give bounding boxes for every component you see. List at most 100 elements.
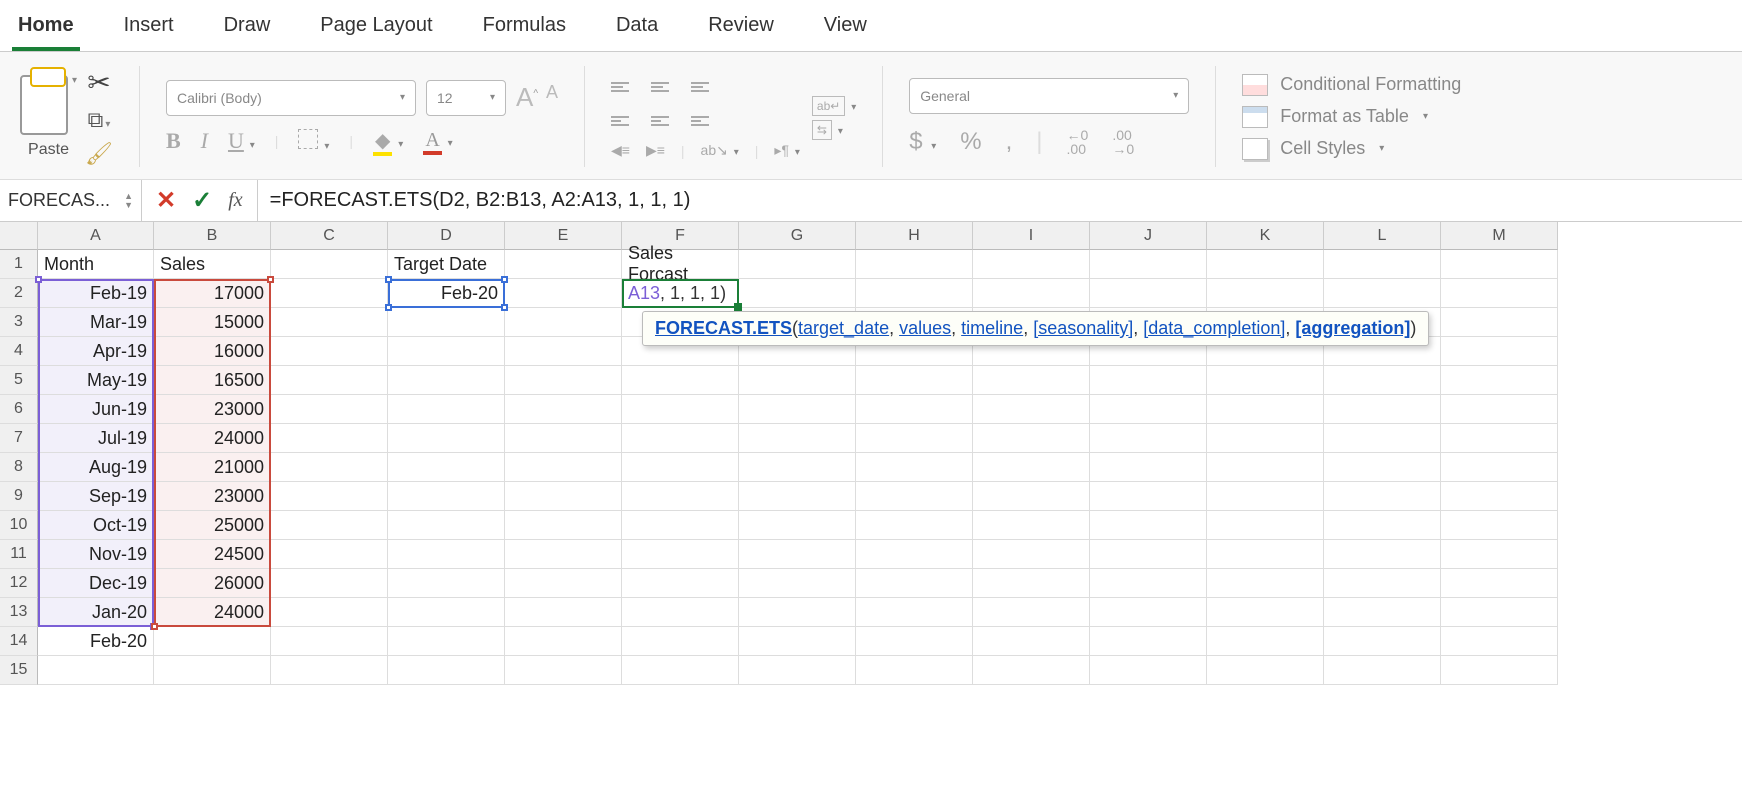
cell-B12[interactable]: 26000 (154, 569, 271, 598)
column-header-H[interactable]: H (856, 222, 973, 250)
cell-G2[interactable] (739, 279, 856, 308)
column-header-J[interactable]: J (1090, 222, 1207, 250)
align-bottom-button[interactable] (691, 74, 723, 100)
cell-E5[interactable] (505, 366, 622, 395)
cell-J9[interactable] (1090, 482, 1207, 511)
borders-dropdown-icon[interactable] (324, 141, 329, 152)
cell-H1[interactable] (856, 250, 973, 279)
cell-styles-button[interactable]: Cell Styles (1242, 138, 1461, 160)
cell-D15[interactable] (388, 656, 505, 685)
cell-I10[interactable] (973, 511, 1090, 540)
row-header-5[interactable]: 5 (0, 366, 38, 395)
tooltip-arg-data-completion[interactable]: [data_completion] (1143, 318, 1285, 338)
row-header-12[interactable]: 12 (0, 569, 38, 598)
column-header-K[interactable]: K (1207, 222, 1324, 250)
cell-C7[interactable] (271, 424, 388, 453)
formula-input[interactable]: =FORECAST.ETS(D2, B2:B13, A2:A13, 1, 1, … (258, 189, 1742, 212)
cell-J6[interactable] (1090, 395, 1207, 424)
column-header-A[interactable]: A (38, 222, 154, 250)
tooltip-arg-seasonality[interactable]: [seasonality] (1033, 318, 1133, 338)
percent-button[interactable]: % (960, 128, 981, 156)
cell-J15[interactable] (1090, 656, 1207, 685)
cell-D5[interactable] (388, 366, 505, 395)
cell-K6[interactable] (1207, 395, 1324, 424)
cell-B5[interactable]: 16500 (154, 366, 271, 395)
insert-function-button[interactable]: fx (228, 189, 242, 212)
cell-E10[interactable] (505, 511, 622, 540)
cell-B6[interactable]: 23000 (154, 395, 271, 424)
cell-J7[interactable] (1090, 424, 1207, 453)
italic-button[interactable]: I (201, 128, 208, 154)
cell-K8[interactable] (1207, 453, 1324, 482)
row-header-13[interactable]: 13 (0, 598, 38, 627)
cell-M14[interactable] (1441, 627, 1558, 656)
cell-G14[interactable] (739, 627, 856, 656)
copy-button[interactable]: ⧉ (88, 107, 111, 133)
decrease-font-button[interactable]: A (546, 82, 558, 113)
cell-F6[interactable] (622, 395, 739, 424)
cell-E7[interactable] (505, 424, 622, 453)
cell-F11[interactable] (622, 540, 739, 569)
cell-L12[interactable] (1324, 569, 1441, 598)
cell-C12[interactable] (271, 569, 388, 598)
cell-G6[interactable] (739, 395, 856, 424)
cell-B14[interactable] (154, 627, 271, 656)
tab-draw[interactable]: Draw (218, 4, 277, 51)
fill-color-button[interactable]: ◆ (373, 130, 392, 156)
cell-J8[interactable] (1090, 453, 1207, 482)
tooltip-arg-values[interactable]: values (899, 318, 951, 338)
cell-M3[interactable] (1441, 308, 1558, 337)
cell-G13[interactable] (739, 598, 856, 627)
cell-D12[interactable] (388, 569, 505, 598)
row-header-2[interactable]: 2 (0, 279, 38, 308)
cell-E12[interactable] (505, 569, 622, 598)
select-all-corner[interactable] (0, 222, 38, 250)
cell-K15[interactable] (1207, 656, 1324, 685)
cell-K11[interactable] (1207, 540, 1324, 569)
cell-C11[interactable] (271, 540, 388, 569)
cell-F14[interactable] (622, 627, 739, 656)
cell-G11[interactable] (739, 540, 856, 569)
cell-F8[interactable] (622, 453, 739, 482)
cell-K10[interactable] (1207, 511, 1324, 540)
cell-D13[interactable] (388, 598, 505, 627)
cell-J1[interactable] (1090, 250, 1207, 279)
cell-C15[interactable] (271, 656, 388, 685)
cell-F15[interactable] (622, 656, 739, 685)
cell-A10[interactable]: Oct-19 (38, 511, 154, 540)
font-size-combo[interactable]: 12 (426, 80, 506, 116)
row-header-14[interactable]: 14 (0, 627, 38, 656)
cell-J5[interactable] (1090, 366, 1207, 395)
column-header-C[interactable]: C (271, 222, 388, 250)
cell-D8[interactable] (388, 453, 505, 482)
row-header-3[interactable]: 3 (0, 308, 38, 337)
tab-insert[interactable]: Insert (118, 4, 180, 51)
tooltip-arg-aggregation[interactable]: [aggregation] (1295, 318, 1410, 338)
cell-H12[interactable] (856, 569, 973, 598)
cell-D3[interactable] (388, 308, 505, 337)
cell-M2[interactable] (1441, 279, 1558, 308)
cell-A9[interactable]: Sep-19 (38, 482, 154, 511)
cell-K1[interactable] (1207, 250, 1324, 279)
paste-button[interactable]: Paste (28, 141, 69, 159)
column-header-M[interactable]: M (1441, 222, 1558, 250)
tooltip-arg-timeline[interactable]: timeline (961, 318, 1023, 338)
cell-C4[interactable] (271, 337, 388, 366)
cell-D7[interactable] (388, 424, 505, 453)
increase-font-button[interactable]: A^ (516, 82, 538, 113)
cell-L9[interactable] (1324, 482, 1441, 511)
cell-E8[interactable] (505, 453, 622, 482)
cell-M13[interactable] (1441, 598, 1558, 627)
cell-E3[interactable] (505, 308, 622, 337)
underline-button[interactable]: U (228, 128, 244, 153)
cell-G7[interactable] (739, 424, 856, 453)
cell-I13[interactable] (973, 598, 1090, 627)
cell-L5[interactable] (1324, 366, 1441, 395)
increase-indent-button[interactable]: ▶≡ (646, 142, 665, 159)
decrease-decimal-button[interactable]: .00→0 (1112, 128, 1134, 156)
cut-button[interactable]: ✂ (87, 66, 110, 99)
cell-M15[interactable] (1441, 656, 1558, 685)
cell-I15[interactable] (973, 656, 1090, 685)
cell-D1[interactable]: Target Date (388, 250, 505, 279)
cell-B10[interactable]: 25000 (154, 511, 271, 540)
